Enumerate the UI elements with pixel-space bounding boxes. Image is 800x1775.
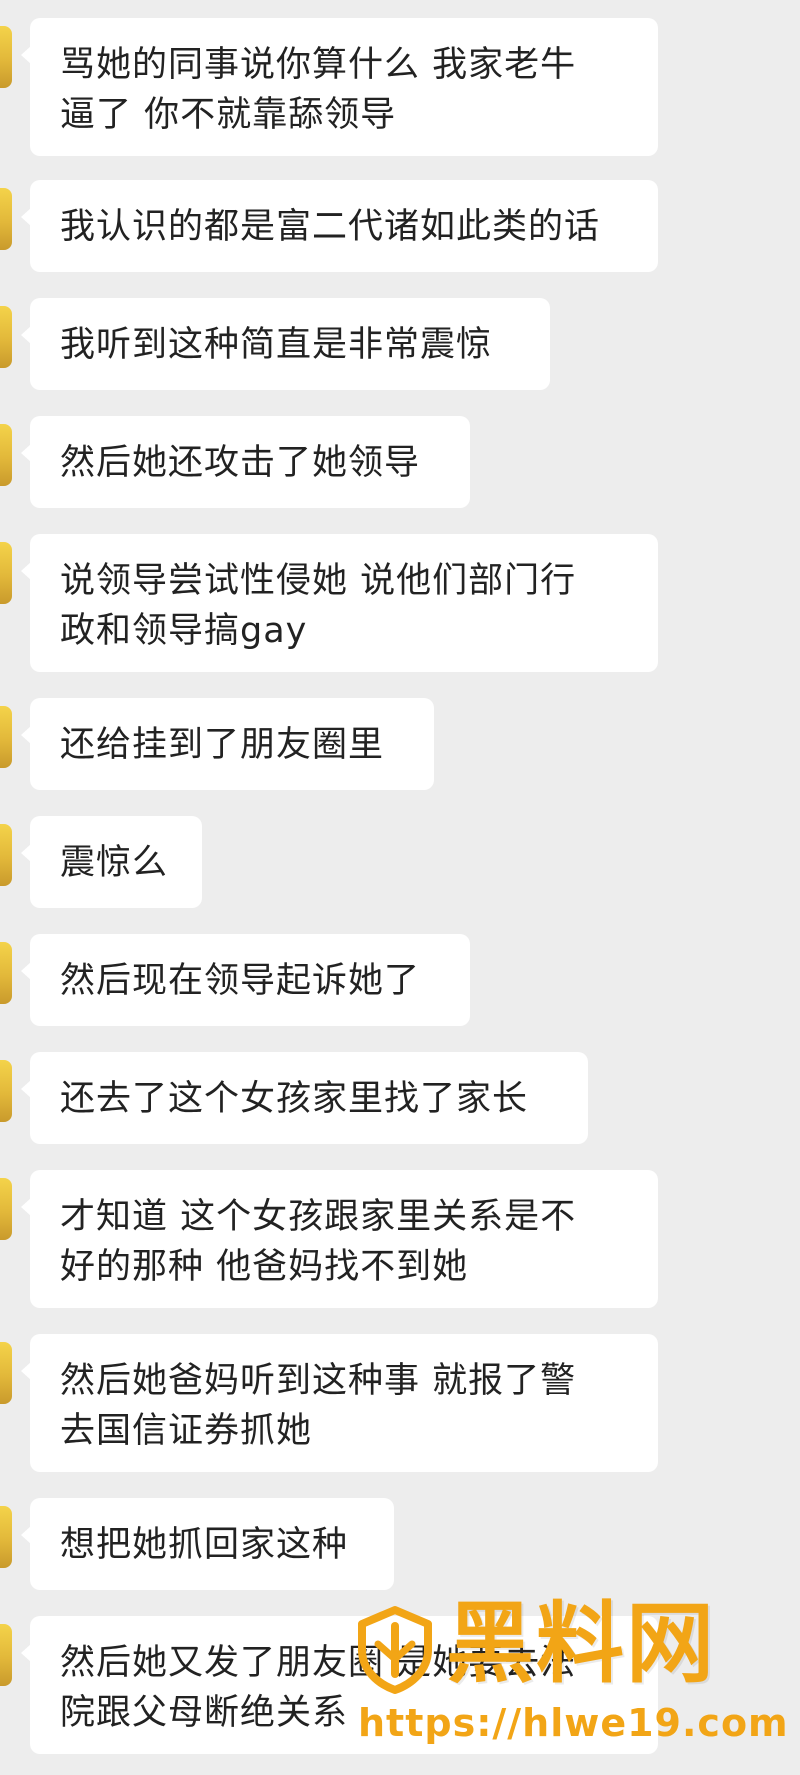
avatar[interactable] — [0, 1342, 12, 1404]
avatar[interactable] — [0, 942, 12, 1004]
message-bubble[interactable]: 然后现在领导起诉她了 — [21, 934, 470, 1026]
message-bubble[interactable]: 想把她抓回家这种 — [21, 1498, 394, 1590]
avatar[interactable] — [0, 1506, 12, 1568]
message-bubble[interactable]: 还去了这个女孩家里找了家长 — [21, 1052, 588, 1144]
avatar[interactable] — [0, 188, 12, 250]
avatar[interactable] — [0, 1178, 12, 1240]
message-bubble[interactable]: 说领导尝试性侵她 说他们部门行 政和领导搞gay — [21, 534, 658, 672]
message-bubble[interactable]: 才知道 这个女孩跟家里关系是不 好的那种 他爸妈找不到她 — [21, 1170, 658, 1308]
message-bubble[interactable]: 还给挂到了朋友圈里 — [21, 698, 434, 790]
avatar[interactable] — [0, 424, 12, 486]
avatar[interactable] — [0, 26, 12, 88]
message-bubble[interactable]: 然后她又发了朋友圈 是她要去法 院跟父母断绝关系 — [21, 1616, 658, 1754]
avatar[interactable] — [0, 542, 12, 604]
message-bubble[interactable]: 然后她爸妈听到这种事 就报了警 去国信证券抓她 — [21, 1334, 658, 1472]
message-bubble[interactable]: 我听到这种简直是非常震惊 — [21, 298, 550, 390]
avatar[interactable] — [0, 306, 12, 368]
message-bubble[interactable]: 骂她的同事说你算什么 我家老牛 逼了 你不就靠舔领导 — [21, 18, 658, 156]
avatar[interactable] — [0, 706, 12, 768]
message-bubble[interactable]: 然后她还攻击了她领导 — [21, 416, 470, 508]
chat-message-list: 骂她的同事说你算什么 我家老牛 逼了 你不就靠舔领导 我认识的都是富二代诸如此类… — [0, 0, 800, 1775]
avatar[interactable] — [0, 1624, 12, 1686]
avatar[interactable] — [0, 1060, 12, 1122]
message-bubble[interactable]: 我认识的都是富二代诸如此类的话 — [21, 180, 658, 272]
avatar[interactable] — [0, 824, 12, 886]
message-bubble[interactable]: 震惊么 — [21, 816, 202, 908]
